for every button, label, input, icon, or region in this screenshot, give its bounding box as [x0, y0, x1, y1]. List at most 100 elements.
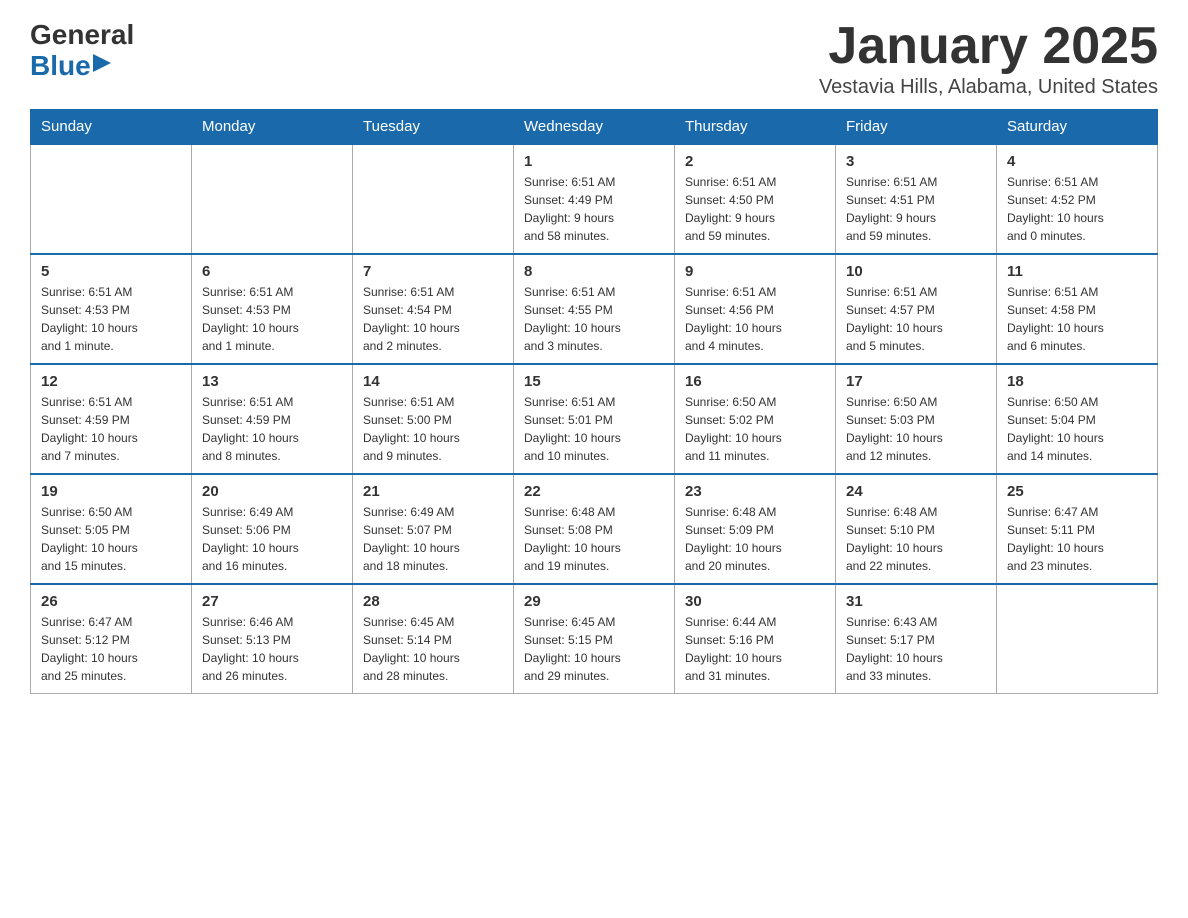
day-number: 20: [202, 483, 342, 500]
day-number: 29: [524, 593, 664, 610]
day-info: Sunrise: 6:50 AMSunset: 5:03 PMDaylight:…: [846, 393, 986, 465]
day-info: Sunrise: 6:51 AMSunset: 4:53 PMDaylight:…: [202, 283, 342, 355]
calendar-cell: 15 Sunrise: 6:51 AMSunset: 5:01 PMDayligh…: [514, 364, 675, 474]
day-info: Sunrise: 6:51 AMSunset: 5:00 PMDaylight:…: [363, 393, 503, 465]
calendar-cell: 18 Sunrise: 6:50 AMSunset: 5:04 PMDayligh…: [997, 364, 1158, 474]
calendar-cell: 29 Sunrise: 6:45 AMSunset: 5:15 PMDayligh…: [514, 584, 675, 694]
day-info: Sunrise: 6:47 AMSunset: 5:11 PMDaylight:…: [1007, 503, 1147, 575]
calendar-week-1: 1Sunrise: 6:51 AMSunset: 4:49 PMDaylight…: [31, 144, 1158, 254]
calendar-cell: 10 Sunrise: 6:51 AMSunset: 4:57 PMDayligh…: [836, 254, 997, 364]
calendar-cell: 20Sunrise: 6:49 AMSunset: 5:06 PMDayligh…: [192, 474, 353, 584]
calendar-cell: 1Sunrise: 6:51 AMSunset: 4:49 PMDaylight…: [514, 144, 675, 254]
day-info: Sunrise: 6:50 AMSunset: 5:05 PMDaylight:…: [41, 503, 181, 575]
calendar-cell: 17 Sunrise: 6:50 AMSunset: 5:03 PMDayligh…: [836, 364, 997, 474]
day-info: Sunrise: 6:45 AMSunset: 5:15 PMDaylight:…: [524, 613, 664, 685]
calendar-cell: 2 Sunrise: 6:51 AMSunset: 4:50 PMDaylight…: [675, 144, 836, 254]
day-info: Sunrise: 6:44 AMSunset: 5:16 PMDaylight:…: [685, 613, 825, 685]
day-number: 21: [363, 483, 503, 500]
day-info: Sunrise: 6:51 AMSunset: 4:54 PMDaylight:…: [363, 283, 503, 355]
calendar-cell: 24 Sunrise: 6:48 AMSunset: 5:10 PMDayligh…: [836, 474, 997, 584]
day-number: 15: [524, 373, 664, 390]
day-number: 24: [846, 483, 986, 500]
day-info: Sunrise: 6:50 AMSunset: 5:02 PMDaylight:…: [685, 393, 825, 465]
calendar-cell: [192, 144, 353, 254]
day-info: Sunrise: 6:51 AMSunset: 4:53 PMDaylight:…: [41, 283, 181, 355]
day-number: 5: [41, 263, 181, 280]
calendar-cell: 31 Sunrise: 6:43 AMSunset: 5:17 PMDayligh…: [836, 584, 997, 694]
day-info: Sunrise: 6:51 AMSunset: 4:55 PMDaylight:…: [524, 283, 664, 355]
logo: General Blue: [30, 20, 134, 82]
calendar-cell: 26 Sunrise: 6:47 AMSunset: 5:12 PMDayligh…: [31, 584, 192, 694]
day-number: 6: [202, 263, 342, 280]
calendar-cell: 11Sunrise: 6:51 AMSunset: 4:58 PMDayligh…: [997, 254, 1158, 364]
calendar-cell: 22Sunrise: 6:48 AMSunset: 5:08 PMDayligh…: [514, 474, 675, 584]
day-of-week-wednesday: Wednesday: [514, 110, 675, 145]
calendar-cell: 30Sunrise: 6:44 AMSunset: 5:16 PMDayligh…: [675, 584, 836, 694]
day-info: Sunrise: 6:45 AMSunset: 5:14 PMDaylight:…: [363, 613, 503, 685]
calendar-cell: 4Sunrise: 6:51 AMSunset: 4:52 PMDaylight…: [997, 144, 1158, 254]
day-info: Sunrise: 6:48 AMSunset: 5:09 PMDaylight:…: [685, 503, 825, 575]
calendar-cell: 9 Sunrise: 6:51 AMSunset: 4:56 PMDaylight…: [675, 254, 836, 364]
day-number: 27: [202, 593, 342, 610]
day-number: 7: [363, 263, 503, 280]
day-info: Sunrise: 6:50 AMSunset: 5:04 PMDaylight:…: [1007, 393, 1147, 465]
day-number: 23: [685, 483, 825, 500]
day-info: Sunrise: 6:51 AMSunset: 4:51 PMDaylight:…: [846, 173, 986, 245]
day-number: 26: [41, 593, 181, 610]
day-info: Sunrise: 6:48 AMSunset: 5:10 PMDaylight:…: [846, 503, 986, 575]
calendar-cell: 27 Sunrise: 6:46 AMSunset: 5:13 PMDayligh…: [192, 584, 353, 694]
day-number: 17: [846, 373, 986, 390]
day-info: Sunrise: 6:51 AMSunset: 4:56 PMDaylight:…: [685, 283, 825, 355]
day-number: 1: [524, 153, 664, 170]
day-number: 8: [524, 263, 664, 280]
calendar-week-5: 26 Sunrise: 6:47 AMSunset: 5:12 PMDayligh…: [31, 584, 1158, 694]
day-info: Sunrise: 6:51 AMSunset: 4:59 PMDaylight:…: [202, 393, 342, 465]
calendar-cell: [997, 584, 1158, 694]
calendar-cell: 25 Sunrise: 6:47 AMSunset: 5:11 PMDayligh…: [997, 474, 1158, 584]
day-number: 9: [685, 263, 825, 280]
day-number: 16: [685, 373, 825, 390]
day-number: 10: [846, 263, 986, 280]
day-number: 31: [846, 593, 986, 610]
calendar-cell: 8 Sunrise: 6:51 AMSunset: 4:55 PMDaylight…: [514, 254, 675, 364]
day-number: 3: [846, 153, 986, 170]
day-of-week-tuesday: Tuesday: [353, 110, 514, 145]
title-block: January 2025 Vestavia Hills, Alabama, Un…: [819, 20, 1158, 99]
day-number: 28: [363, 593, 503, 610]
day-of-week-friday: Friday: [836, 110, 997, 145]
calendar-cell: 7 Sunrise: 6:51 AMSunset: 4:54 PMDaylight…: [353, 254, 514, 364]
day-number: 18: [1007, 373, 1147, 390]
day-number: 25: [1007, 483, 1147, 500]
calendar-cell: 28 Sunrise: 6:45 AMSunset: 5:14 PMDayligh…: [353, 584, 514, 694]
day-number: 19: [41, 483, 181, 500]
calendar-cell: 6 Sunrise: 6:51 AMSunset: 4:53 PMDaylight…: [192, 254, 353, 364]
day-info: Sunrise: 6:43 AMSunset: 5:17 PMDaylight:…: [846, 613, 986, 685]
day-number: 13: [202, 373, 342, 390]
location-text: Vestavia Hills, Alabama, United States: [819, 76, 1158, 99]
day-info: Sunrise: 6:51 AMSunset: 4:57 PMDaylight:…: [846, 283, 986, 355]
month-title: January 2025: [819, 20, 1158, 72]
calendar-cell: 21 Sunrise: 6:49 AMSunset: 5:07 PMDayligh…: [353, 474, 514, 584]
day-info: Sunrise: 6:47 AMSunset: 5:12 PMDaylight:…: [41, 613, 181, 685]
day-of-week-thursday: Thursday: [675, 110, 836, 145]
logo-general-text: General: [30, 20, 134, 51]
day-number: 2: [685, 153, 825, 170]
day-of-week-sunday: Sunday: [31, 110, 192, 145]
calendar-cell: 14 Sunrise: 6:51 AMSunset: 5:00 PMDayligh…: [353, 364, 514, 474]
calendar-cell: 23 Sunrise: 6:48 AMSunset: 5:09 PMDayligh…: [675, 474, 836, 584]
calendar-cell: 3 Sunrise: 6:51 AMSunset: 4:51 PMDaylight…: [836, 144, 997, 254]
day-info: Sunrise: 6:49 AMSunset: 5:07 PMDaylight:…: [363, 503, 503, 575]
day-info: Sunrise: 6:46 AMSunset: 5:13 PMDaylight:…: [202, 613, 342, 685]
day-info: Sunrise: 6:51 AMSunset: 4:52 PMDaylight:…: [1007, 173, 1147, 245]
day-number: 14: [363, 373, 503, 390]
calendar-cell: 16 Sunrise: 6:50 AMSunset: 5:02 PMDayligh…: [675, 364, 836, 474]
calendar-week-4: 19 Sunrise: 6:50 AMSunset: 5:05 PMDayligh…: [31, 474, 1158, 584]
day-info: Sunrise: 6:51 AMSunset: 4:50 PMDaylight:…: [685, 173, 825, 245]
day-info: Sunrise: 6:51 AMSunset: 5:01 PMDaylight:…: [524, 393, 664, 465]
calendar-cell: 13 Sunrise: 6:51 AMSunset: 4:59 PMDayligh…: [192, 364, 353, 474]
day-of-week-monday: Monday: [192, 110, 353, 145]
calendar-cell: 12Sunrise: 6:51 AMSunset: 4:59 PMDayligh…: [31, 364, 192, 474]
calendar-week-3: 12Sunrise: 6:51 AMSunset: 4:59 PMDayligh…: [31, 364, 1158, 474]
logo-blue-text: Blue: [30, 51, 91, 82]
calendar-cell: 19 Sunrise: 6:50 AMSunset: 5:05 PMDayligh…: [31, 474, 192, 584]
